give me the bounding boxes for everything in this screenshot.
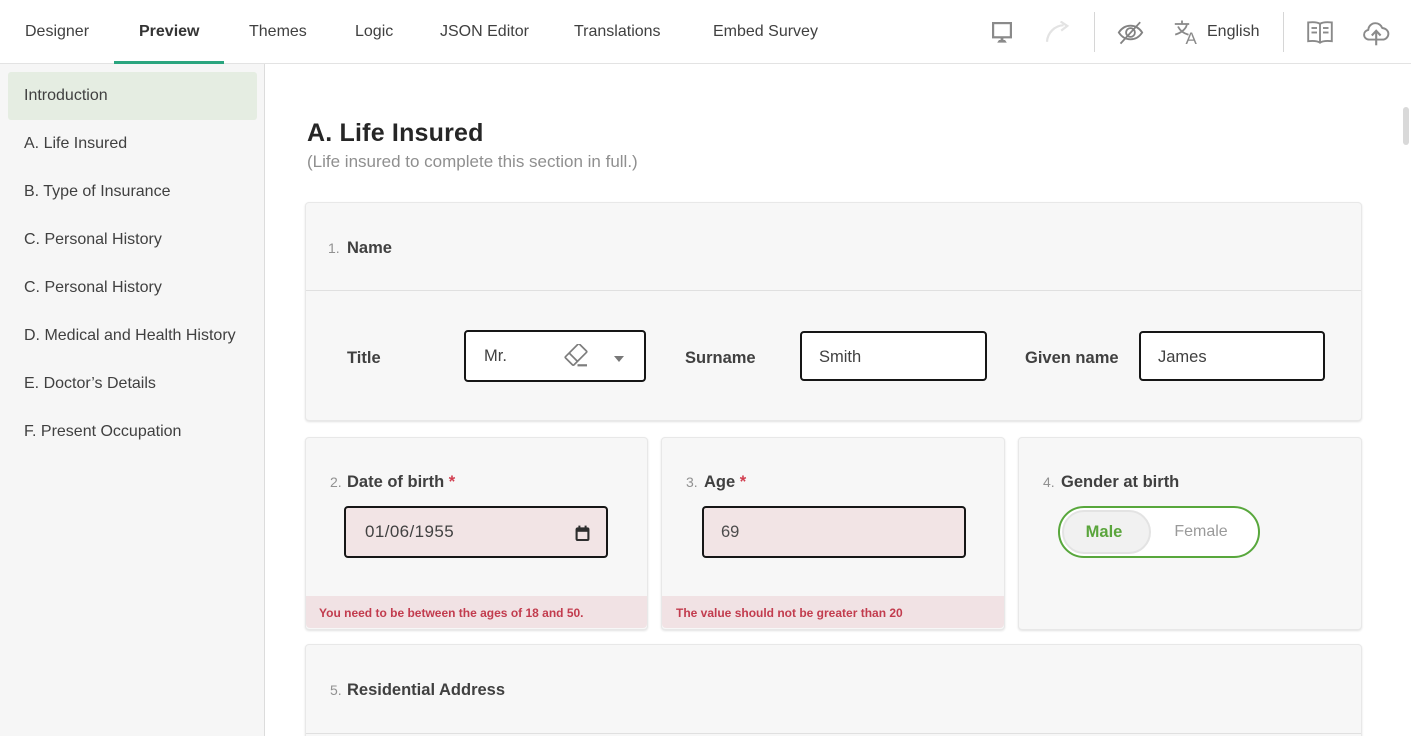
svg-text:A: A [1186,29,1198,46]
